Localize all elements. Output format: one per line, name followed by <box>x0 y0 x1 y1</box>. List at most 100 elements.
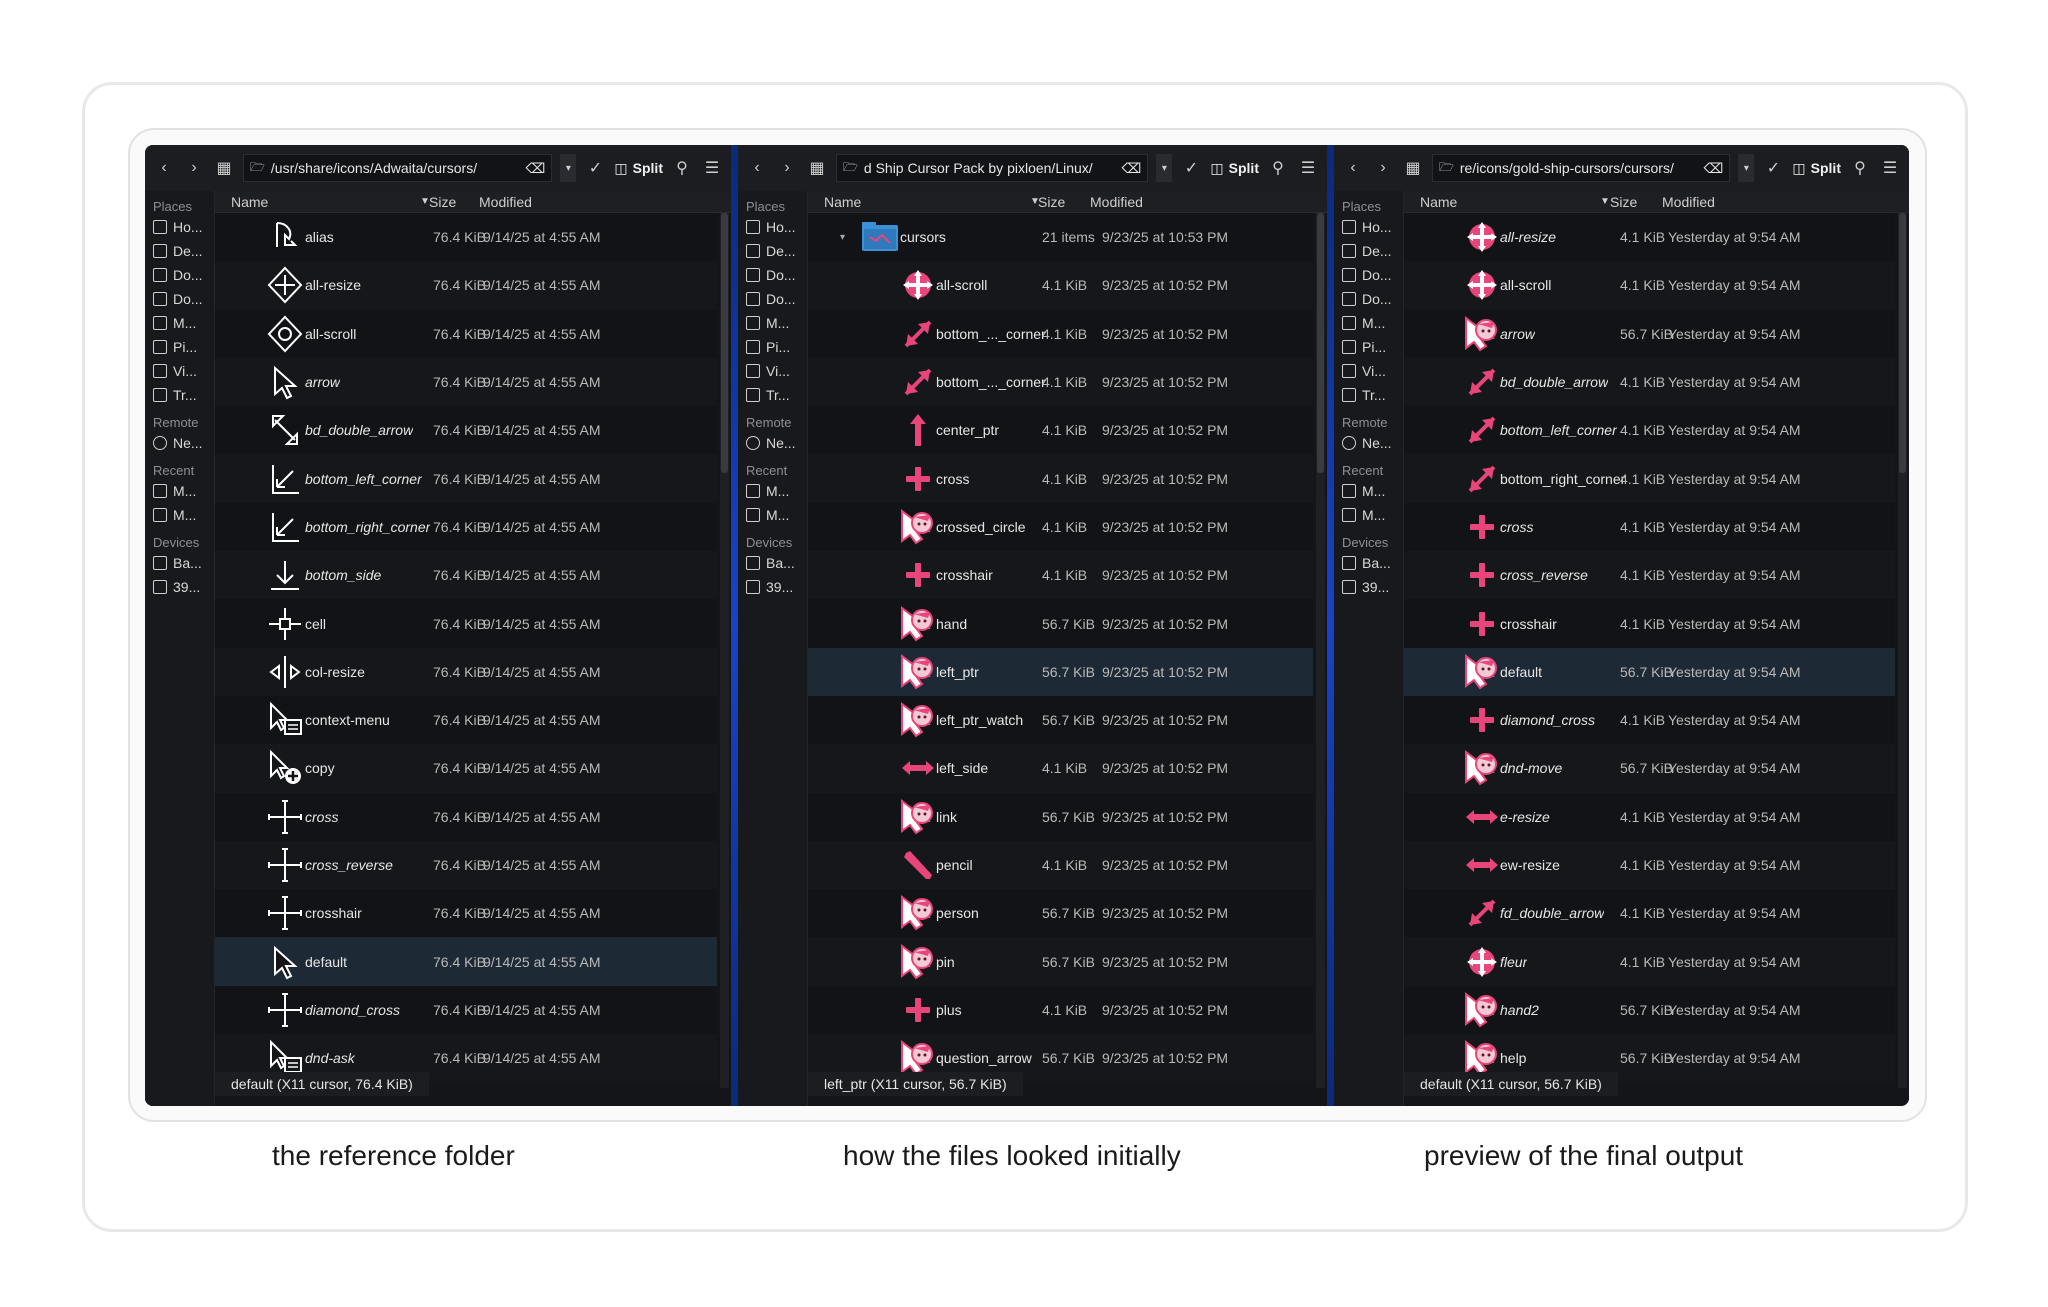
file-row[interactable]: cross_reverse 76.4 KiB 9/14/25 at 4:55 A… <box>215 840 717 890</box>
file-row[interactable]: all-scroll 4.1 KiB 9/23/25 at 10:52 PM <box>808 261 1313 310</box>
file-row[interactable]: crosshair 4.1 KiB 9/23/25 at 10:52 PM <box>808 551 1313 600</box>
forward-icon[interactable]: › <box>776 157 798 179</box>
column-modified[interactable]: Modified <box>479 194 532 210</box>
vertical-scrollbar[interactable] <box>720 213 729 1088</box>
file-row[interactable]: left_side 4.1 KiB 9/23/25 at 10:52 PM <box>808 744 1313 793</box>
path-field[interactable]: 🗁 d Ship Cursor Pack by pixloen/Linux/ ⌫ <box>836 154 1149 182</box>
file-row[interactable]: crosshair 4.1 KiB Yesterday at 9:54 AM <box>1404 599 1895 648</box>
sidebar-item-recent[interactable]: M... <box>145 503 214 527</box>
file-row[interactable]: hand 56.7 KiB 9/23/25 at 10:52 PM <box>808 599 1313 648</box>
search-icon[interactable]: ⚲ <box>1267 157 1289 179</box>
file-row[interactable]: bottom_..._corner 4.1 KiB 9/23/25 at 10:… <box>808 357 1313 407</box>
file-row[interactable]: bd_double_arrow 4.1 KiB Yesterday at 9:5… <box>1404 357 1895 407</box>
file-row[interactable]: all-resize 4.1 KiB Yesterday at 9:54 AM <box>1404 213 1895 262</box>
menu-icon[interactable]: ☰ <box>1297 157 1319 179</box>
sidebar-item-music[interactable]: M... <box>738 311 807 335</box>
sidebar-item-trash[interactable]: Tr... <box>1334 383 1403 407</box>
file-row[interactable]: left_ptr 56.7 KiB 9/23/25 at 10:52 PM <box>808 647 1313 696</box>
file-row[interactable]: cross 4.1 KiB 9/23/25 at 10:52 PM <box>808 454 1313 503</box>
file-row[interactable]: left_ptr_watch 56.7 KiB 9/23/25 at 10:52… <box>808 695 1313 745</box>
file-row[interactable]: arrow 76.4 KiB 9/14/25 at 4:55 AM <box>215 357 717 407</box>
file-row[interactable]: diamond_cross 76.4 KiB 9/14/25 at 4:55 A… <box>215 985 717 1035</box>
column-size[interactable]: Size <box>1610 194 1637 210</box>
sidebar-item-music[interactable]: M... <box>145 311 214 335</box>
sidebar-item-videos[interactable]: Vi... <box>1334 359 1403 383</box>
file-row[interactable]: bottom_left_corner 4.1 KiB Yesterday at … <box>1404 406 1895 455</box>
file-row[interactable]: cell 76.4 KiB 9/14/25 at 4:55 AM <box>215 599 717 648</box>
file-row[interactable]: context-menu 76.4 KiB 9/14/25 at 4:55 AM <box>215 695 717 745</box>
forward-icon[interactable]: › <box>183 157 205 179</box>
sidebar-item-recent[interactable]: M... <box>1334 479 1403 503</box>
checkmark-icon[interactable]: ✓ <box>1762 157 1784 179</box>
file-row[interactable]: bd_double_arrow 76.4 KiB 9/14/25 at 4:55… <box>215 406 717 455</box>
sidebar-item-documents[interactable]: Do... <box>1334 263 1403 287</box>
file-row[interactable]: fleur 4.1 KiB Yesterday at 9:54 AM <box>1404 937 1895 986</box>
sidebar-item-home[interactable]: Ho... <box>738 215 807 239</box>
sidebar-item-videos[interactable]: Vi... <box>738 359 807 383</box>
sidebar-item-device[interactable]: 39... <box>1334 575 1403 599</box>
sidebar-item-desktop[interactable]: De... <box>738 239 807 263</box>
sidebar-item-recent[interactable]: M... <box>738 479 807 503</box>
column-modified[interactable]: Modified <box>1662 194 1715 210</box>
sidebar-item-documents[interactable]: Do... <box>145 263 214 287</box>
sidebar-item-device[interactable]: 39... <box>145 575 214 599</box>
sidebar-item-downloads[interactable]: Do... <box>1334 287 1403 311</box>
path-field[interactable]: 🗁 /usr/share/icons/Adwaita/cursors/ ⌫ <box>243 154 553 182</box>
column-name[interactable]: Name <box>824 194 861 210</box>
view-mode-icon[interactable]: ▦ <box>1402 157 1424 179</box>
sidebar-item-documents[interactable]: Do... <box>738 263 807 287</box>
sidebar-item-network[interactable]: Ne... <box>1334 431 1403 455</box>
sidebar-item-device[interactable]: 39... <box>738 575 807 599</box>
split-button[interactable]: ◫ Split <box>1210 160 1259 177</box>
vertical-scrollbar[interactable] <box>1316 213 1325 1088</box>
file-row[interactable]: ew-resize 4.1 KiB Yesterday at 9:54 AM <box>1404 840 1895 890</box>
clear-icon[interactable]: ⌫ <box>526 160 546 177</box>
sidebar-item-desktop[interactable]: De... <box>145 239 214 263</box>
sidebar-item-music[interactable]: M... <box>1334 311 1403 335</box>
file-row[interactable]: person 56.7 KiB 9/23/25 at 10:52 PM <box>808 889 1313 938</box>
file-row[interactable]: all-resize 76.4 KiB 9/14/25 at 4:55 AM <box>215 261 717 310</box>
sidebar-item-recent[interactable]: M... <box>738 503 807 527</box>
file-row[interactable]: crossed_circle 4.1 KiB 9/23/25 at 10:52 … <box>808 502 1313 552</box>
file-row[interactable]: bottom_right_corner 4.1 KiB Yesterday at… <box>1404 454 1895 503</box>
scrollbar-thumb[interactable] <box>721 213 728 473</box>
file-row[interactable]: bottom_left_corner 76.4 KiB 9/14/25 at 4… <box>215 454 717 503</box>
sidebar-item-home[interactable]: Ho... <box>145 215 214 239</box>
view-mode-icon[interactable]: ▦ <box>213 157 235 179</box>
sidebar-item-network[interactable]: Ne... <box>738 431 807 455</box>
menu-icon[interactable]: ☰ <box>701 157 723 179</box>
file-row[interactable]: alias 76.4 KiB 9/14/25 at 4:55 AM <box>215 213 717 262</box>
file-row[interactable]: cross_reverse 4.1 KiB Yesterday at 9:54 … <box>1404 551 1895 600</box>
sidebar-item-recent[interactable]: M... <box>145 479 214 503</box>
file-row[interactable]: all-scroll 76.4 KiB 9/14/25 at 4:55 AM <box>215 309 717 358</box>
sidebar-item-pictures[interactable]: Pi... <box>738 335 807 359</box>
file-row[interactable]: arrow 56.7 KiB Yesterday at 9:54 AM <box>1404 309 1895 358</box>
file-row[interactable]: crosshair 76.4 KiB 9/14/25 at 4:55 AM <box>215 889 717 938</box>
search-icon[interactable]: ⚲ <box>671 157 693 179</box>
view-mode-icon[interactable]: ▦ <box>806 157 828 179</box>
path-field[interactable]: 🗁 re/icons/gold-ship-cursors/cursors/ ⌫ <box>1432 154 1731 182</box>
sidebar-item-device[interactable]: Ba... <box>738 551 807 575</box>
path-dropdown-button[interactable]: ▾ <box>1156 154 1173 182</box>
path-dropdown-button[interactable]: ▾ <box>560 154 577 182</box>
sidebar-item-trash[interactable]: Tr... <box>145 383 214 407</box>
sidebar-item-device[interactable]: Ba... <box>1334 551 1403 575</box>
file-row[interactable]: copy 76.4 KiB 9/14/25 at 4:55 AM <box>215 744 717 793</box>
file-row[interactable]: all-scroll 4.1 KiB Yesterday at 9:54 AM <box>1404 261 1895 310</box>
clear-icon[interactable]: ⌫ <box>1704 160 1724 177</box>
vertical-scrollbar[interactable] <box>1898 213 1907 1088</box>
file-row[interactable]: e-resize 4.1 KiB Yesterday at 9:54 AM <box>1404 792 1895 841</box>
file-row[interactable]: default 76.4 KiB 9/14/25 at 4:55 AM <box>215 937 717 986</box>
back-icon[interactable]: ‹ <box>1342 157 1364 179</box>
column-name[interactable]: Name <box>231 194 268 210</box>
split-button[interactable]: ◫ Split <box>1792 160 1841 177</box>
file-row[interactable]: fd_double_arrow 4.1 KiB Yesterday at 9:5… <box>1404 889 1895 938</box>
menu-icon[interactable]: ☰ <box>1879 157 1901 179</box>
path-dropdown-button[interactable]: ▾ <box>1738 154 1755 182</box>
file-row[interactable]: col-resize 76.4 KiB 9/14/25 at 4:55 AM <box>215 647 717 696</box>
clear-icon[interactable]: ⌫ <box>1122 160 1142 177</box>
sidebar-item-downloads[interactable]: Do... <box>738 287 807 311</box>
sidebar-item-trash[interactable]: Tr... <box>738 383 807 407</box>
file-row[interactable]: default 56.7 KiB Yesterday at 9:54 AM <box>1404 647 1895 696</box>
file-row[interactable]: bottom_..._corner 4.1 KiB 9/23/25 at 10:… <box>808 309 1313 358</box>
